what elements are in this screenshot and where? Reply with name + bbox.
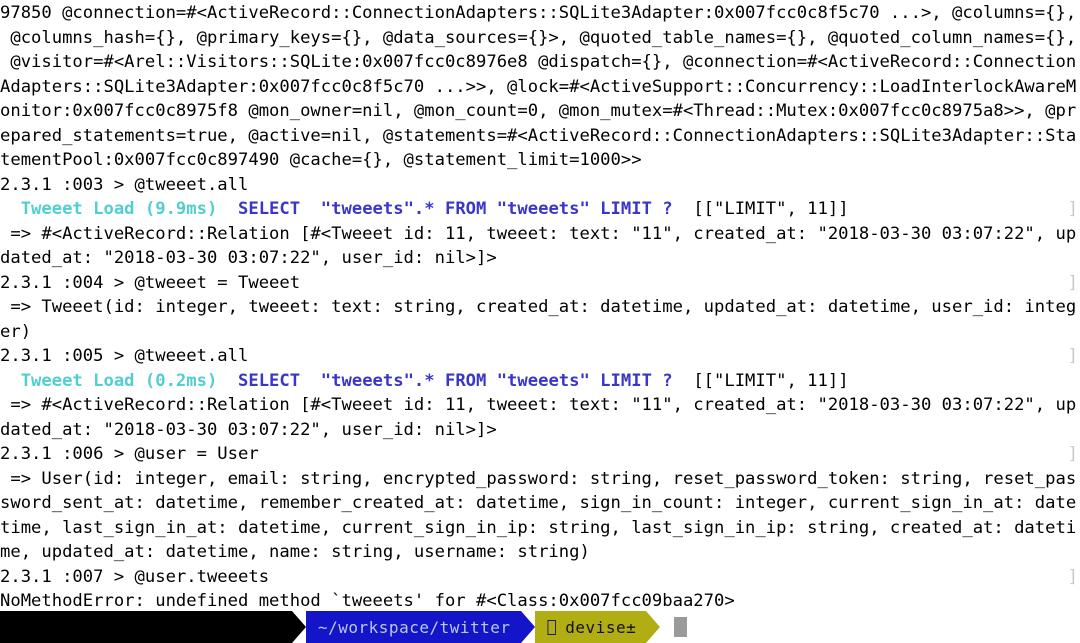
terminal-line: dated_at: "2018-03-30 03:07:22", user_id… [0, 246, 1080, 271]
terminal-text-span: @columns_hash={}, @primary_keys={}, @dat… [0, 27, 1077, 48]
statusbar-path-label: ~/workspace/twitter [306, 611, 521, 643]
terminal-line: epared_statements=true, @active=nil, @st… [0, 124, 1080, 149]
terminal-text-span: time, last_sign_in_at: datetime, current… [0, 517, 1077, 538]
terminal-text-span: 2.3.1 :007 > @user.tweeets [0, 566, 270, 587]
statusbar-branch-arrow-icon [646, 611, 661, 643]
terminal-line: me, updated_at: datetime, name: string, … [0, 540, 1080, 565]
terminal-line: NoMethodError: undefined method `tweeets… [0, 589, 1080, 611]
terminal-line: sword_sent_at: datetime, remember_create… [0, 491, 1080, 516]
terminal-text-span: me, updated_at: datetime, name: string, … [0, 542, 590, 562]
statusbar-black-arrow-icon [292, 611, 306, 643]
terminal-text-span: [["LIMIT", 11]] [672, 199, 849, 219]
terminal-line: onitor:0x007fcc0c8975f8 @mon_owner=nil, … [0, 99, 1080, 124]
line-wrap-marker-icon: ] [1067, 566, 1078, 587]
terminal-text-span: sword_sent_at: datetime, remember_create… [0, 493, 1077, 513]
terminal-text-span: 2.3.1 :005 > @tweeet.all [0, 346, 249, 366]
terminal-text-span: NoMethodError: undefined method `tweeets… [0, 591, 735, 611]
terminal-line: @visitor=#<Arel::Visitors::SQLite:0x007f… [0, 50, 1080, 75]
terminal-text-span: dated_at: "2018-03-30 03:07:22", user_id… [0, 419, 497, 440]
terminal-output-area[interactable]: 97850 @connection=#<ActiveRecord::Connec… [0, 0, 1080, 611]
terminal-line: Adapters::SQLite3Adapter:0x007fcc0c8f5c7… [0, 75, 1080, 100]
terminal-text-span: 2.3.1 :003 > @tweeet.all [0, 174, 249, 195]
terminal-text-span [217, 371, 238, 391]
terminal-text-span: er) [0, 321, 32, 342]
terminal-text-span: 2.3.1 :006 > @user = User [0, 444, 259, 464]
terminal-line: => Tweeet(id: integer, tweeet: text: str… [0, 295, 1080, 320]
terminal-line: => #<ActiveRecord::Relation [#<Tweeet id… [0, 222, 1080, 247]
terminal-text-span: @visitor=#<Arel::Visitors::SQLite:0x007f… [0, 52, 1077, 72]
terminal-text-span: Tweeet Load (0.2ms) [0, 370, 218, 391]
git-branch-icon:  [546, 617, 558, 637]
terminal-window: 97850 @connection=#<ActiveRecord::Connec… [0, 0, 1080, 643]
statusbar-branch-body:  devise± [534, 611, 647, 643]
terminal-text-span: => User(id: integer, email: string, encr… [0, 468, 1077, 489]
line-wrap-marker-icon: ] [1067, 346, 1078, 366]
terminal-line: => #<ActiveRecord::Relation [#<Tweeet id… [0, 393, 1080, 418]
terminal-text-span: Adapters::SQLite3Adapter:0x007fcc0c8f5c7… [0, 76, 1077, 97]
terminal-line: 2.3.1 :006 > @user = User] [0, 442, 1080, 467]
terminal-text-span: tementPool:0x007fcc0c897490 @cache={}, @… [0, 150, 642, 170]
terminal-text-span: [["LIMIT", 11]] [672, 370, 849, 391]
statusbar-segment-git-branch[interactable]:  devise± [534, 611, 661, 643]
terminal-line: => User(id: integer, email: string, encr… [0, 467, 1080, 492]
terminal-line: tementPool:0x007fcc0c897490 @cache={}, @… [0, 148, 1080, 173]
terminal-text-span: => #<ActiveRecord::Relation [#<Tweeet id… [0, 223, 1077, 244]
terminal-line: dated_at: "2018-03-30 03:07:22", user_id… [0, 418, 1080, 443]
line-wrap-marker-icon: ] [1067, 272, 1078, 293]
terminal-text-span: => Tweeet(id: integer, tweeet: text: str… [0, 297, 1077, 317]
terminal-line: 97850 @connection=#<ActiveRecord::Connec… [0, 1, 1080, 26]
terminal-line: Tweeet Load (9.9ms) SELECT "tweeets".* F… [0, 197, 1080, 222]
terminal-line: 2.3.1 :003 > @tweeet.all [0, 173, 1080, 198]
statusbar-branch-label: devise± [565, 617, 637, 637]
terminal-text-span: dated_at: "2018-03-30 03:07:22", user_id… [0, 248, 497, 268]
terminal-text-span: => #<ActiveRecord::Relation [#<Tweeet id… [0, 395, 1077, 415]
terminal-line: er) [0, 320, 1080, 345]
terminal-text-span: Tweeet Load (9.9ms) [0, 199, 218, 219]
line-wrap-marker-icon: ] [1067, 199, 1078, 219]
terminal-line: time, last_sign_in_at: datetime, current… [0, 516, 1080, 541]
terminal-cursor [674, 617, 688, 637]
terminal-text-span: 97850 @connection=#<ActiveRecord::Connec… [0, 3, 1077, 23]
terminal-text-span: SELECT "tweeets".* FROM "tweeets" LIMIT … [238, 199, 673, 219]
terminal-line: 2.3.1 :005 > @tweeet.all] [0, 344, 1080, 369]
statusbar-filler [687, 611, 1080, 643]
line-wrap-marker-icon: ] [1067, 444, 1078, 464]
statusbar-path-arrow-icon [520, 611, 535, 643]
terminal-text-span [217, 199, 238, 219]
terminal-line: 2.3.1 :007 > @user.tweeets] [0, 565, 1080, 590]
statusbar-segment-path[interactable]: ~/workspace/twitter [306, 611, 535, 643]
terminal-text-span: 2.3.1 :004 > @tweeet = Tweeet [0, 272, 301, 293]
statusbar-segment-black [0, 611, 306, 643]
terminal-line: 2.3.1 :004 > @tweeet = Tweeet] [0, 271, 1080, 296]
terminal-text-span: epared_statements=true, @active=nil, @st… [0, 125, 1077, 146]
statusbar-black-label [0, 611, 292, 643]
powerline-status-bar: ~/workspace/twitter  devise± [0, 611, 1080, 643]
terminal-line: Tweeet Load (0.2ms) SELECT "tweeets".* F… [0, 369, 1080, 394]
terminal-line: @columns_hash={}, @primary_keys={}, @dat… [0, 26, 1080, 51]
terminal-text-span: onitor:0x007fcc0c8975f8 @mon_owner=nil, … [0, 101, 1077, 121]
terminal-text-span: SELECT "tweeets".* FROM "tweeets" LIMIT … [238, 370, 673, 391]
